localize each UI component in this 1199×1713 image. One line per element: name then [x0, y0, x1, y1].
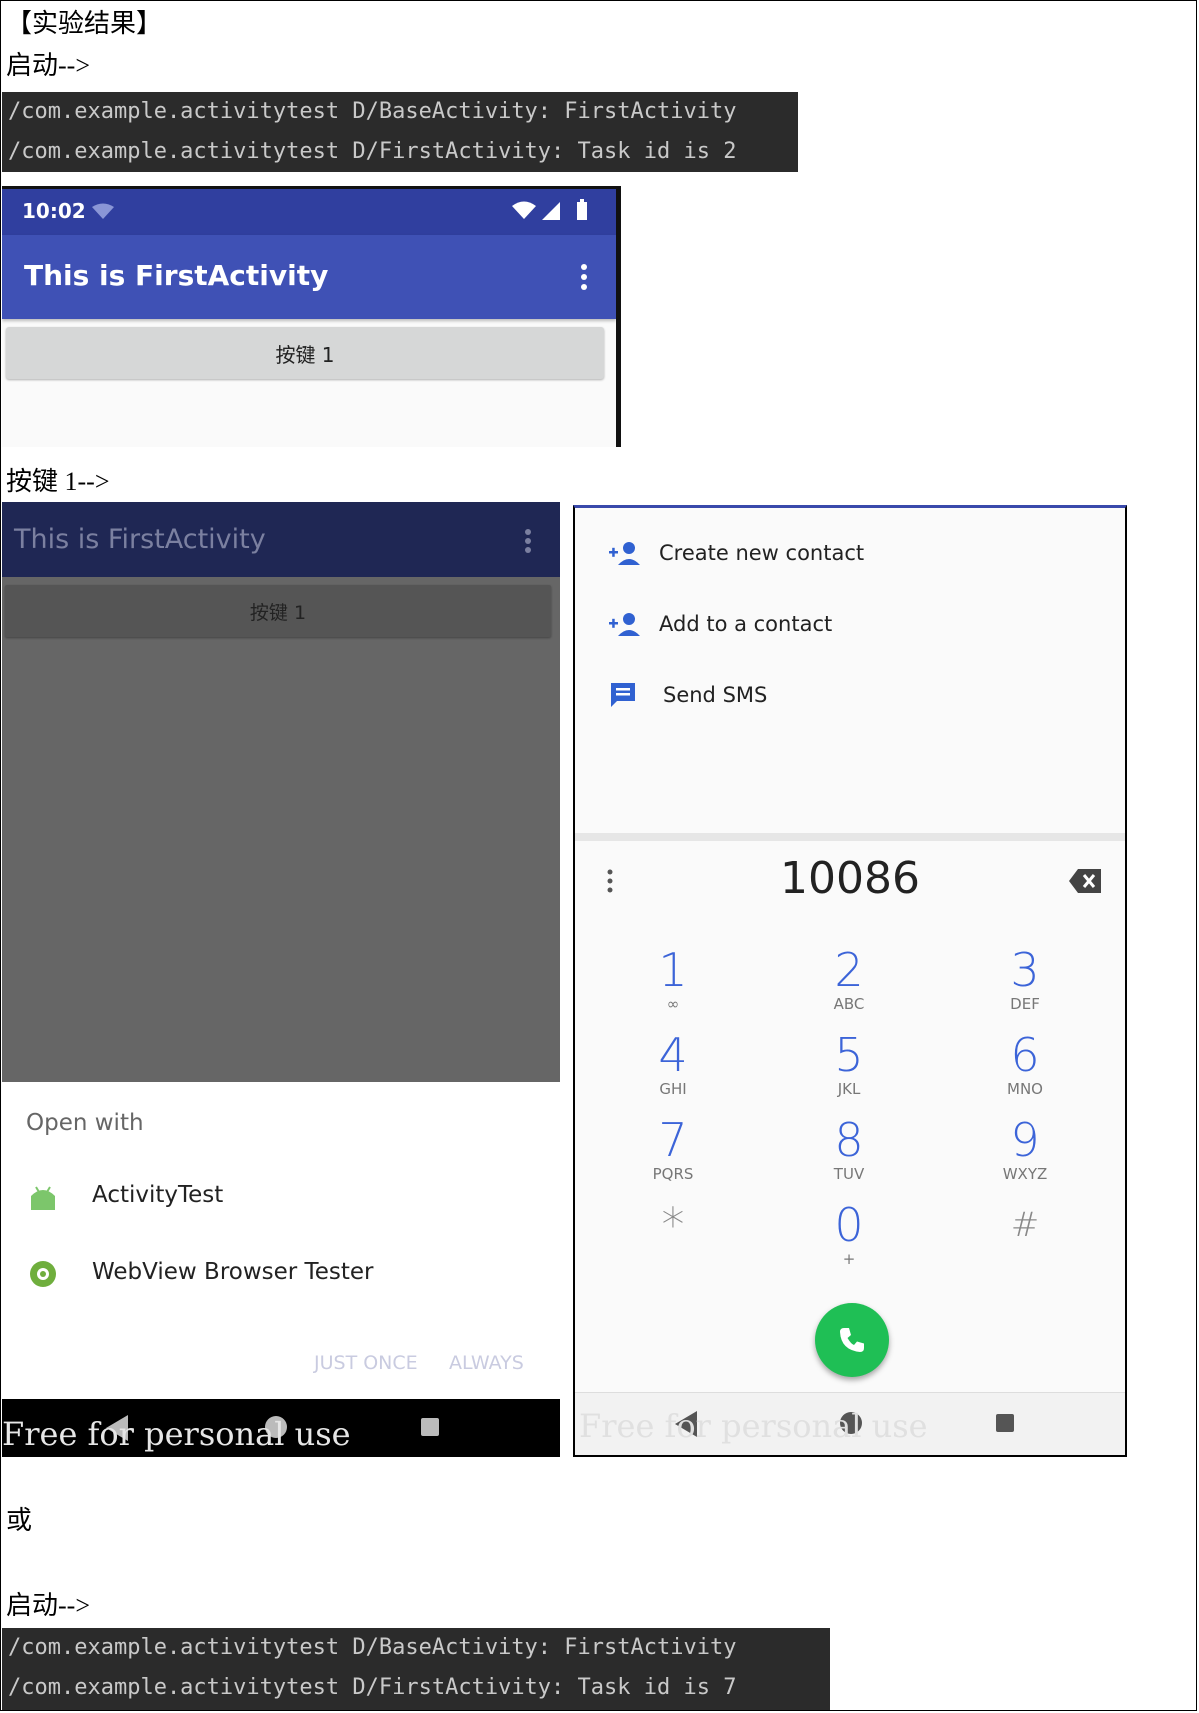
wifi-icon: [92, 203, 114, 219]
status-bar: 10:02: [2, 189, 616, 235]
key-letters: DEF: [1010, 995, 1040, 1013]
log-line: /com.example.activitytest D/FirstActivit…: [8, 139, 737, 164]
action-label: Add to a contact: [659, 612, 833, 636]
call-button[interactable]: [815, 1303, 889, 1377]
key-digit: 4: [658, 1028, 688, 1082]
wifi-full-icon: [512, 201, 536, 219]
key-9[interactable]: 9 WXYZ: [965, 1115, 1085, 1183]
key-digit: 2: [834, 943, 864, 997]
key-6[interactable]: 6 MNO: [965, 1030, 1085, 1098]
key-8[interactable]: 8 TUV: [789, 1115, 909, 1183]
recents-icon[interactable]: [995, 1413, 1015, 1433]
launch-label: 启动-->: [6, 51, 90, 80]
backspace-icon[interactable]: [1069, 869, 1101, 893]
action-label: Send SMS: [663, 683, 768, 707]
overflow-menu-icon[interactable]: [580, 263, 588, 291]
log-line: /com.example.activitytest D/FirstActivit…: [8, 1675, 737, 1700]
phone-screenshot-chooser: This is FirstActivity 按键 1 Open with Act…: [2, 502, 560, 1457]
key-digit: 8: [834, 1113, 864, 1167]
key-digit: 7: [658, 1113, 688, 1167]
log-line: /com.example.activitytest D/BaseActivity…: [8, 99, 737, 124]
key-5[interactable]: 5 JKL: [789, 1030, 909, 1098]
key-digit: 9: [1010, 1113, 1040, 1167]
key-letters: GHI: [659, 1080, 687, 1098]
key-digit: 0: [834, 1198, 864, 1252]
phone-icon: [840, 1328, 864, 1352]
add-person-icon: [609, 613, 640, 636]
just-once-button[interactable]: JUST ONCE: [314, 1352, 418, 1374]
key-2[interactable]: 2 ABC: [789, 945, 909, 1013]
add-person-icon: [609, 542, 640, 565]
watermark-text: Free for personal use: [2, 1415, 351, 1453]
app-option-webview-tester[interactable]: WebView Browser Tester: [2, 1239, 560, 1309]
navigation-bar: Free for personal use: [2, 1399, 560, 1457]
key-digit: 5: [834, 1028, 864, 1082]
app-option-label: ActivityTest: [92, 1182, 224, 1208]
key-digit: #: [1010, 1205, 1040, 1245]
key-0[interactable]: 0 +: [789, 1200, 909, 1268]
action-label: Create new contact: [659, 541, 865, 565]
key-digit: 1: [658, 943, 688, 997]
button-1-dimmed[interactable]: 按键 1: [5, 585, 551, 637]
key-letters: ∞: [666, 995, 680, 1013]
android-gear-icon: [30, 1261, 56, 1287]
key-4[interactable]: 4 GHI: [613, 1030, 733, 1098]
app-option-label: WebView Browser Tester: [92, 1259, 374, 1285]
or-label: 或: [6, 1506, 33, 1535]
message-icon: [611, 683, 635, 707]
open-with-sheet: Open with ActivityTest WebView Browser T…: [2, 1082, 560, 1400]
status-time: 10:02: [22, 199, 86, 223]
signal-icon: [542, 202, 560, 220]
key-1[interactable]: 1 ∞: [613, 945, 733, 1013]
key-letters: JKL: [837, 1080, 861, 1098]
action-add-to-contact[interactable]: Add to a contact: [575, 589, 1125, 659]
key-letters: MNO: [1007, 1080, 1043, 1098]
overflow-menu-icon[interactable]: [524, 528, 532, 554]
battery-icon: [577, 199, 587, 220]
key-letters: ABC: [833, 995, 865, 1013]
watermark-text: Free for personal use: [579, 1407, 928, 1445]
key-letters: TUV: [833, 1165, 865, 1183]
app-bar: This is FirstActivity: [2, 235, 616, 319]
app-option-activitytest[interactable]: ActivityTest: [2, 1162, 560, 1232]
always-button[interactable]: ALWAYS: [449, 1352, 524, 1374]
key-digit: 6: [1010, 1028, 1040, 1082]
navigation-bar: Free for personal use: [575, 1392, 1125, 1455]
log-output-2: /com.example.activitytest D/BaseActivity…: [2, 1628, 830, 1710]
log-output-1: /com.example.activitytest D/BaseActivity…: [2, 92, 798, 172]
key-letters: +: [842, 1250, 856, 1268]
dial-pad: 1 ∞ 2 ABC 3 DEF 4 GHI 5 JKL 6 MNO 7 PQRS 8 TUV 9…: [575, 920, 1125, 1350]
log-line: /com.example.activitytest D/BaseActivity…: [8, 1635, 737, 1660]
key-hash[interactable]: #: [965, 1200, 1085, 1250]
number-display: 10086: [575, 833, 1125, 928]
key-letters: PQRS: [652, 1165, 694, 1183]
open-with-title: Open with: [26, 1110, 144, 1136]
phone-screenshot-launch: 10:02 This is FirstActivity 按键 1: [2, 186, 621, 447]
dialed-number[interactable]: 10086: [575, 853, 1125, 904]
android-icon: [31, 1186, 55, 1210]
recents-icon[interactable]: [420, 1417, 440, 1437]
phone-screenshot-dialer: Create new contact Add to a contact Send…: [573, 505, 1127, 1457]
app-title: This is FirstActivity: [24, 259, 329, 292]
key-letters: WXYZ: [1002, 1165, 1048, 1183]
app-bar-dimmed: This is FirstActivity: [2, 502, 560, 577]
key-star[interactable]: *: [613, 1200, 733, 1250]
key-7[interactable]: 7 PQRS: [613, 1115, 733, 1183]
action-send-sms[interactable]: Send SMS: [575, 660, 1125, 730]
key-digit: *: [661, 1198, 685, 1252]
button-label: 按键 1-->: [6, 467, 110, 496]
section-heading: 【实验结果】: [6, 9, 163, 38]
key-digit: 3: [1010, 943, 1040, 997]
key-3[interactable]: 3 DEF: [965, 945, 1085, 1013]
app-title: This is FirstActivity: [14, 524, 266, 555]
action-create-contact[interactable]: Create new contact: [575, 518, 1125, 588]
launch-label: 启动-->: [6, 1591, 90, 1620]
button-1[interactable]: 按键 1: [6, 327, 604, 379]
